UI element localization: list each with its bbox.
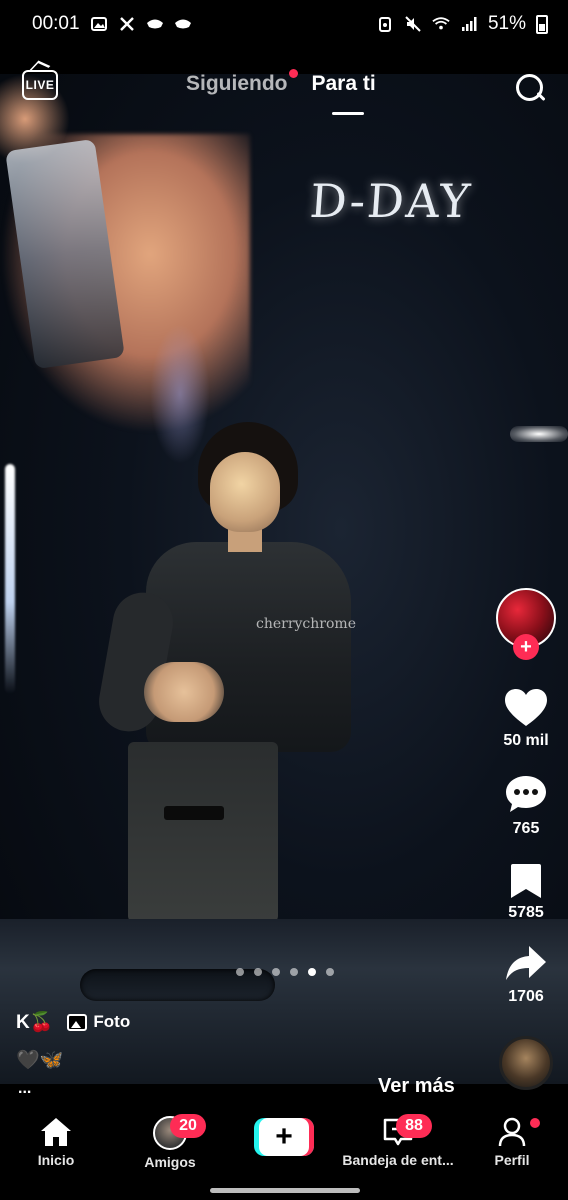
nav-home[interactable]: Inicio (0, 1116, 116, 1168)
bookmark-icon (511, 864, 541, 898)
nav-home-label: Inicio (37, 1152, 75, 1168)
mute-icon (404, 15, 422, 33)
signal-icon (460, 15, 478, 33)
video-feed[interactable]: D-DAY cherrychrome (0, 74, 568, 1084)
pager-dot (254, 968, 262, 976)
pager-dot (290, 968, 298, 976)
battery-icon (536, 14, 548, 34)
bookmark-button[interactable]: 5785 (486, 862, 566, 922)
nav-profile[interactable]: Perfil (452, 1116, 568, 1168)
pager-dot (272, 968, 280, 976)
photo-icon (67, 1013, 88, 1031)
image-icon (90, 15, 108, 33)
share-button[interactable]: 1706 (486, 944, 566, 1006)
inbox-badge: 88 (396, 1114, 432, 1138)
nav-friends-label: Amigos (144, 1154, 196, 1170)
performer-face (210, 452, 280, 532)
photo-label: Foto (93, 1012, 131, 1031)
music-disc[interactable] (499, 1036, 553, 1090)
battery-percent: 51% (487, 13, 526, 34)
status-right: 51% (376, 13, 548, 35)
light-spot (510, 426, 568, 442)
see-more-link[interactable]: Ver más (378, 1075, 455, 1098)
home-indicator[interactable] (210, 1188, 360, 1193)
watermark: cherrychrome (256, 616, 356, 632)
nav-inbox-label: Bandeja de ent... (342, 1152, 454, 1168)
profile-notification-dot (530, 1118, 540, 1128)
comment-count: 765 (512, 820, 540, 837)
home-icon (41, 1118, 71, 1146)
friends-badge: 20 (170, 1114, 206, 1138)
tab-for-you[interactable]: Para ti (312, 72, 376, 96)
alarm-icon (376, 15, 394, 33)
comment-button[interactable]: 765 (486, 774, 566, 838)
share-icon (506, 946, 546, 980)
bookmark-count: 5785 (508, 904, 544, 921)
nav-profile-label: Perfil (494, 1152, 530, 1168)
light-streak (5, 464, 15, 694)
like-count: 50 mil (503, 732, 549, 749)
plus-icon: + (259, 1118, 309, 1156)
caption-ellipsis: ... (18, 1080, 32, 1097)
photo-pager (236, 968, 334, 976)
status-left: 00:01 (32, 13, 192, 35)
pager-dot (326, 968, 334, 976)
bottom-nav: Inicio Amigos 20 + Bandeja de ent... 88 … (0, 1100, 568, 1200)
comment-icon (506, 776, 546, 812)
performer-pants (128, 742, 278, 922)
heart-icon (505, 689, 547, 726)
wifi-icon (432, 15, 450, 33)
status-time: 00:01 (32, 13, 80, 34)
stage-floor (0, 919, 568, 1084)
performer-belt (164, 806, 224, 820)
x-logo-icon (118, 15, 136, 33)
search-icon[interactable] (514, 72, 546, 104)
author-row: K🍒 Foto (16, 1010, 130, 1034)
performer-hands (144, 662, 224, 722)
create-button[interactable]: + (254, 1118, 314, 1156)
author-name[interactable]: K🍒 (16, 1010, 53, 1034)
feed-tabs: Siguiendo Para ti (186, 69, 376, 96)
post-caption: 🖤🦋 (16, 1050, 64, 1071)
live-label: LIVE (25, 78, 55, 92)
like-button[interactable]: 50 mil (486, 688, 566, 750)
stage-screen-text: D-DAY (308, 174, 474, 228)
status-bar: 00:01 51% (0, 0, 568, 48)
mask-icon (146, 15, 164, 33)
pager-dot-active (308, 968, 316, 976)
tab-for-you-label: Para ti (311, 72, 376, 95)
mask-icon (174, 15, 192, 33)
share-count: 1706 (508, 988, 544, 1005)
follow-button[interactable]: + (513, 634, 539, 660)
new-content-dot (288, 69, 298, 78)
photo-chip: Foto (67, 1012, 130, 1032)
tab-following-label: Siguiendo (186, 72, 288, 95)
pager-dot (236, 968, 244, 976)
tab-following[interactable]: Siguiendo (186, 69, 298, 96)
live-button[interactable]: LIVE (22, 70, 58, 100)
active-tab-indicator (332, 112, 364, 115)
performer-figure (94, 422, 366, 922)
profile-icon (498, 1117, 526, 1147)
